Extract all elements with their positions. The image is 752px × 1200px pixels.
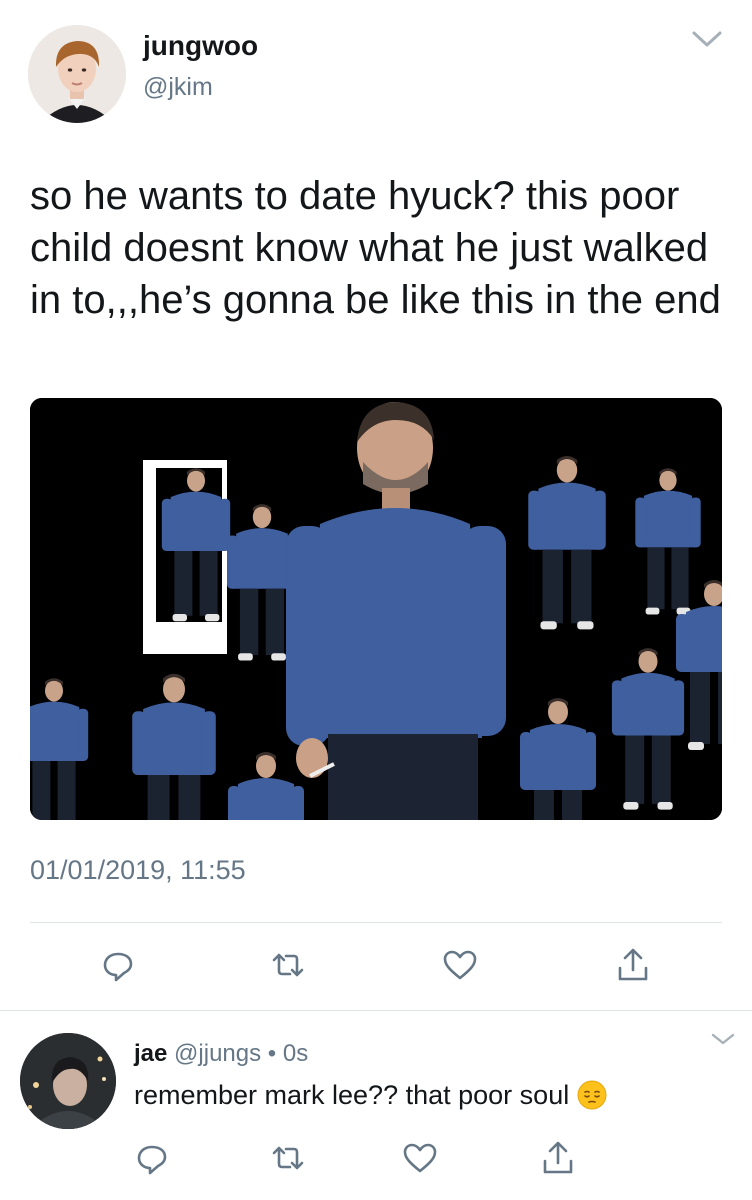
reply-header: jae @jjungs • 0s bbox=[134, 1040, 308, 1068]
share-icon[interactable] bbox=[613, 945, 653, 985]
reply-options-chevron-icon[interactable] bbox=[710, 1030, 736, 1048]
reply-author-avatar-image bbox=[20, 1033, 116, 1129]
retweet-icon[interactable] bbox=[268, 945, 308, 985]
like-icon[interactable] bbox=[440, 945, 480, 985]
reply-text-line: remember mark lee?? that poor soul bbox=[134, 1080, 607, 1111]
author-avatar-image bbox=[28, 25, 126, 123]
reply-reply-icon[interactable] bbox=[132, 1138, 172, 1178]
reply-share-icon[interactable] bbox=[538, 1138, 578, 1178]
author-avatar[interactable] bbox=[28, 25, 126, 123]
reply-handle[interactable]: @jjungs bbox=[174, 1040, 261, 1067]
pensive-face-emoji-icon bbox=[577, 1080, 607, 1110]
reply-like-icon[interactable] bbox=[400, 1138, 440, 1178]
reply-separator: • bbox=[267, 1040, 277, 1067]
author-handle[interactable]: @jkim bbox=[143, 73, 213, 102]
reply-icon[interactable] bbox=[98, 945, 138, 985]
reply-display-name[interactable]: jae bbox=[134, 1040, 167, 1067]
author-display-name[interactable]: jungwoo bbox=[143, 30, 258, 62]
divider bbox=[30, 922, 722, 923]
reply-retweet-icon[interactable] bbox=[268, 1138, 308, 1178]
tweet-options-chevron-icon[interactable] bbox=[690, 26, 724, 52]
tweet-media-image[interactable] bbox=[30, 398, 722, 820]
tweet-text: so he wants to date hyuck? this poor chi… bbox=[30, 174, 721, 322]
reply-author-avatar[interactable] bbox=[20, 1033, 116, 1129]
reply-text: remember mark lee?? that poor soul bbox=[134, 1080, 570, 1110]
reply-time: 0s bbox=[282, 1040, 309, 1067]
tweet-timestamp[interactable]: 01/01/2019, 11:55 bbox=[30, 855, 246, 886]
thread-divider bbox=[0, 1010, 752, 1011]
